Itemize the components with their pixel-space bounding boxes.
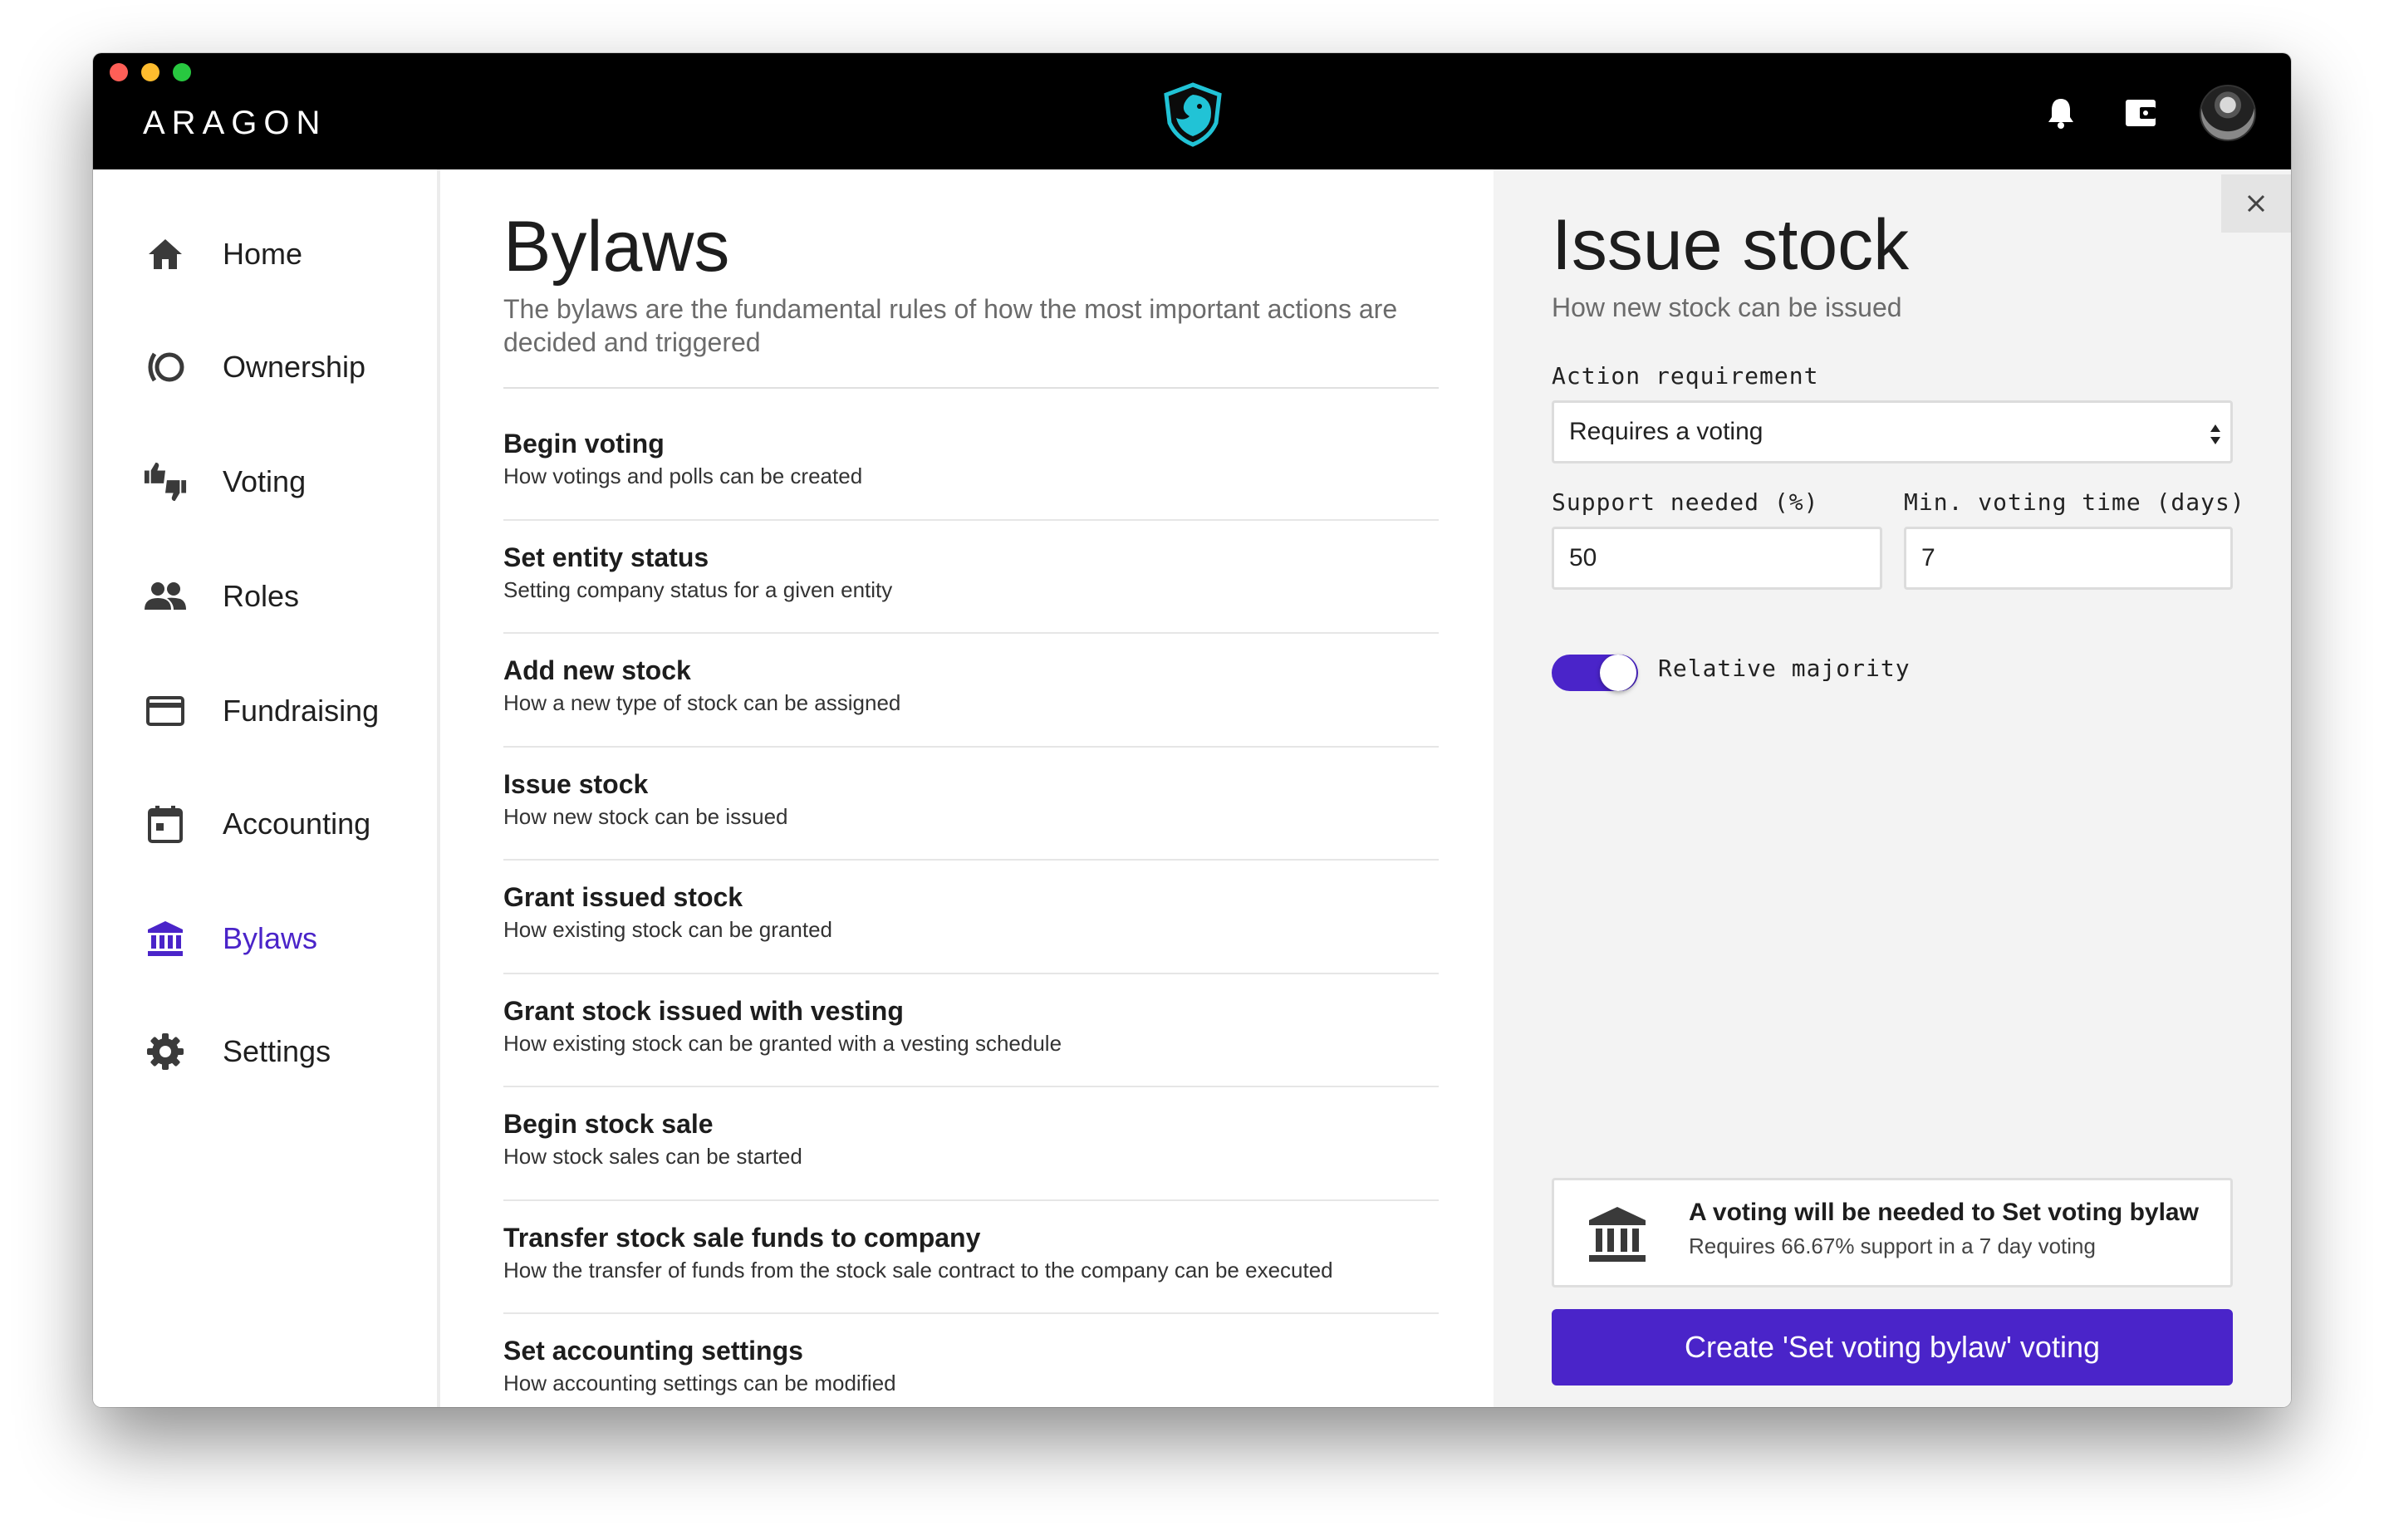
bylaw-title: Set accounting settings — [503, 1336, 803, 1366]
app-window: ARAGON Home Ownership Voting Roles Fundr… — [93, 53, 2291, 1407]
support-needed-value: 50 — [1569, 544, 1597, 571]
minimize-window-button[interactable] — [141, 63, 159, 81]
voting-info-box: A voting will be needed to Set voting by… — [1552, 1178, 2233, 1287]
page-title: Bylaws — [503, 207, 730, 287]
ownership-icon — [143, 345, 188, 390]
toggle-knob — [1600, 655, 1636, 691]
select-arrows-icon — [2210, 424, 2220, 444]
bylaw-title: Grant stock issued with vesting — [503, 995, 904, 1026]
bylaw-description: How votings and polls can be created — [503, 463, 863, 488]
top-icons — [2040, 85, 2256, 141]
bylaw-title: Begin stock sale — [503, 1109, 714, 1139]
bylaw-title: Transfer stock sale funds to company — [503, 1222, 981, 1253]
bell-icon[interactable] — [2040, 92, 2082, 134]
gear-icon — [143, 1029, 188, 1074]
info-description: Requires 66.67% support in a 7 day votin… — [1689, 1233, 2096, 1258]
sidebar-item-label: Ownership — [223, 350, 366, 384]
sidebar-item-label: Bylaws — [223, 921, 318, 955]
list-item[interactable]: Begin voting How votings and polls can be… — [503, 407, 1439, 521]
bylaw-title: Set entity status — [503, 542, 709, 572]
relative-majority-label: Relative majority — [1658, 655, 1911, 682]
close-icon — [2247, 194, 2265, 213]
action-requirement-label: Action requirement — [1552, 362, 1819, 390]
close-window-button[interactable] — [110, 63, 128, 81]
bylaw-title: Grant issued stock — [503, 882, 743, 912]
maximize-window-button[interactable] — [173, 63, 191, 81]
window-controls — [110, 63, 191, 81]
sidebar-item-label: Home — [223, 237, 303, 271]
select-value: Requires a voting — [1569, 418, 1763, 445]
bylaw-description: How existing stock can be granted — [503, 917, 832, 942]
list-item[interactable]: Set entity status Setting company status … — [503, 521, 1439, 634]
bylaw-description: How accounting settings can be modified — [503, 1371, 896, 1395]
panel-title: Issue stock — [1552, 205, 1910, 285]
wallet-icon[interactable] — [2120, 92, 2161, 134]
people-icon — [143, 574, 188, 619]
sidebar-item-settings[interactable]: Settings — [143, 1027, 331, 1077]
bylaw-description: How the transfer of funds from the stock… — [503, 1257, 1333, 1283]
sidebar-item-roles[interactable]: Roles — [143, 571, 299, 621]
sidebar-item-home[interactable]: Home — [143, 229, 302, 279]
sidebar: Home Ownership Voting Roles Fundraising — [93, 169, 440, 1407]
title-bar: ARAGON — [93, 53, 2291, 169]
info-title: A voting will be needed to Set voting by… — [1689, 1199, 2199, 1226]
list-item[interactable]: Begin stock sale How stock sales can be s… — [503, 1087, 1439, 1201]
action-requirement-select[interactable]: Requires a voting — [1552, 400, 2233, 463]
credit-card-icon — [143, 689, 188, 733]
sidebar-item-label: Roles — [223, 579, 300, 613]
home-icon — [143, 232, 188, 277]
list-item[interactable]: Add new stock How a new type of stock can… — [503, 634, 1439, 748]
list-item[interactable]: Grant stock issued with vesting How exist… — [503, 974, 1439, 1087]
support-needed-label: Support needed (%) — [1552, 488, 1819, 516]
bylaw-description: How stock sales can be started — [503, 1144, 802, 1169]
create-voting-button[interactable]: Create 'Set voting bylaw' voting — [1552, 1309, 2233, 1386]
min-voting-time-input[interactable]: 7 — [1904, 527, 2233, 590]
sidebar-item-fundraising[interactable]: Fundraising — [143, 686, 379, 736]
sidebar-item-label: Voting — [223, 464, 307, 498]
bylaw-title: Begin voting — [503, 429, 665, 459]
sidebar-item-label: Settings — [223, 1034, 331, 1068]
bylaw-detail-panel: Issue stock How new stock can be issued … — [1494, 169, 2291, 1407]
support-needed-input[interactable]: 50 — [1552, 527, 1882, 590]
sidebar-item-label: Accounting — [223, 807, 371, 841]
brand-logo-text: ARAGON — [143, 105, 327, 141]
avatar[interactable] — [2200, 85, 2256, 141]
bylaw-description: Setting company status for a given entit… — [503, 576, 893, 602]
bylaw-title: Issue stock — [503, 768, 649, 799]
main-content: Bylaws The bylaws are the fundamental ru… — [444, 169, 1494, 1407]
divider — [503, 387, 1439, 389]
close-panel-button[interactable] — [2221, 174, 2291, 233]
panel-subtitle: How new stock can be issued — [1552, 292, 1902, 322]
sidebar-item-bylaws[interactable]: Bylaws — [143, 914, 317, 964]
bank-icon — [143, 916, 188, 961]
list-item[interactable]: Issue stock How new stock can be issued — [503, 748, 1439, 861]
calendar-icon — [143, 802, 188, 846]
page-subtitle: The bylaws are the fundamental rules of … — [503, 294, 1398, 357]
relative-majority-toggle[interactable] — [1552, 655, 1638, 691]
bylaw-list: Begin voting How votings and polls can be… — [503, 407, 1439, 1407]
bylaw-description: How new stock can be issued — [503, 803, 788, 829]
bank-icon — [1589, 1207, 1646, 1262]
sidebar-item-voting[interactable]: Voting — [143, 457, 306, 507]
bylaw-description: How existing stock can be granted with a… — [503, 1030, 1062, 1056]
min-voting-time-value: 7 — [1921, 544, 1935, 571]
bylaw-title: Add new stock — [503, 655, 691, 685]
min-voting-time-label: Min. voting time (days) — [1904, 488, 2245, 516]
thumbs-vote-icon — [143, 459, 188, 504]
sidebar-item-accounting[interactable]: Accounting — [143, 799, 370, 849]
sidebar-item-ownership[interactable]: Ownership — [143, 342, 365, 392]
list-item[interactable]: Transfer stock sale funds to company How … — [503, 1201, 1439, 1314]
list-item[interactable]: Grant issued stock How existing stock can… — [503, 861, 1439, 974]
aragon-eagle-icon — [1164, 82, 1222, 147]
sidebar-item-label: Fundraising — [223, 694, 380, 728]
list-item[interactable]: Set accounting settings How accounting se… — [503, 1314, 1439, 1407]
bylaw-description: How a new type of stock can be assigned — [503, 690, 901, 715]
